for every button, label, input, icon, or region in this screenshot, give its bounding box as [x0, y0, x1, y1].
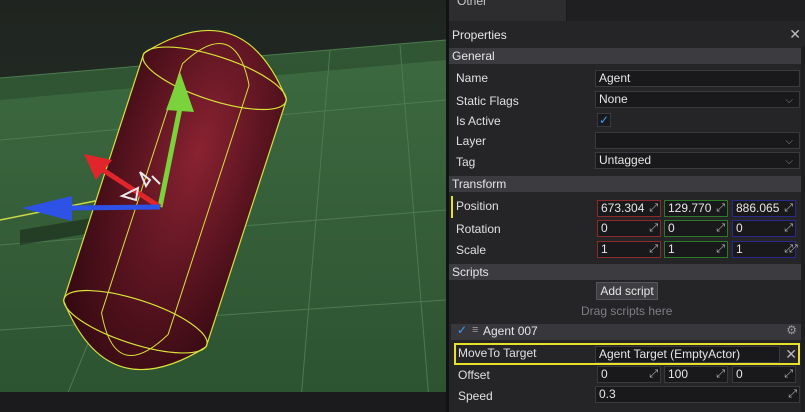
- slider-handle-icon[interactable]: ⤢: [782, 201, 793, 216]
- scale-y-value: 1: [668, 242, 675, 256]
- rotation-y-value: 0: [668, 221, 675, 235]
- section-general[interactable]: General: [449, 48, 801, 64]
- section-scripts[interactable]: Scripts: [449, 264, 801, 280]
- layer-dropdown[interactable]: ⌵: [595, 132, 800, 149]
- slider-handle-icon[interactable]: ⤢: [782, 221, 793, 236]
- tag-label: Tag: [456, 155, 476, 169]
- offset-z-value: 0: [736, 367, 743, 381]
- offset-z-field[interactable]: 0 ⤢: [732, 366, 796, 383]
- scene-viewport[interactable]: [0, 0, 446, 412]
- section-scripts-label: Scripts: [452, 265, 489, 279]
- slider-handle-icon[interactable]: ⤢: [714, 367, 725, 382]
- drag-scripts-hint: Drag scripts here: [581, 304, 673, 318]
- rotation-y-field[interactable]: 0 ⤢: [664, 220, 728, 237]
- properties-title: Properties: [452, 28, 507, 42]
- clear-reference-icon[interactable]: ✕: [785, 346, 797, 363]
- section-general-label: General: [452, 49, 495, 63]
- layer-label: Layer: [456, 134, 487, 148]
- add-script-button[interactable]: Add script: [596, 282, 658, 300]
- offset-label: Offset: [458, 368, 490, 382]
- position-z-field[interactable]: 886.065 ⤢: [732, 200, 796, 217]
- properties-panel: Other Properties ✕ General Name Agent St…: [449, 0, 805, 412]
- static-flags-dropdown[interactable]: None ⌵: [595, 91, 800, 108]
- slider-handle-icon[interactable]: ⤢: [647, 367, 658, 382]
- rotation-x-value: 0: [601, 221, 608, 235]
- scale-y-field[interactable]: 1 ⤢: [664, 241, 728, 258]
- speed-value: 0.3: [599, 387, 616, 401]
- section-transform-label: Transform: [452, 177, 507, 191]
- tab-other[interactable]: Other: [449, 0, 567, 21]
- offset-x-field[interactable]: 0 ⤢: [597, 366, 661, 383]
- scale-x-field[interactable]: 1 ⤢: [597, 241, 661, 258]
- position-y-field[interactable]: 129.770 ⤢: [664, 200, 728, 217]
- slider-handle-icon[interactable]: ⤢: [782, 367, 793, 382]
- static-flags-value: None: [599, 92, 628, 106]
- panel-scrollbar[interactable]: [801, 46, 805, 412]
- position-x-value: 673.304: [601, 201, 645, 215]
- slider-handle-icon[interactable]: ⤢: [714, 221, 725, 236]
- script-name: Agent 007: [483, 324, 538, 338]
- name-field[interactable]: Agent: [595, 70, 800, 87]
- is-active-label: Is Active: [456, 114, 501, 128]
- top-strip: [567, 0, 805, 21]
- is-active-checkbox[interactable]: ✓: [597, 113, 611, 127]
- name-label: Name: [456, 71, 489, 85]
- slider-handle-icon[interactable]: ⤢: [647, 242, 658, 257]
- position-z-value: 886.065: [736, 201, 780, 215]
- drag-handle-icon[interactable]: ≡: [472, 324, 478, 336]
- move-to-target-field[interactable]: Agent Target (EmptyActor): [595, 346, 780, 363]
- properties-header: Properties ✕: [449, 24, 805, 46]
- scale-z-value: 1: [736, 242, 743, 256]
- move-to-target-label: MoveTo Target: [458, 346, 537, 360]
- scale-x-value: 1: [601, 242, 608, 256]
- modified-marker: [451, 196, 453, 218]
- script-enabled-checkbox[interactable]: ✓: [457, 323, 467, 337]
- tag-value: Untagged: [599, 153, 652, 167]
- rotation-z-value: 0: [736, 221, 743, 235]
- close-icon[interactable]: ✕: [789, 26, 801, 43]
- chevron-down-icon: ⌵: [785, 136, 793, 147]
- speed-field[interactable]: 0.3 ⤢: [595, 386, 800, 403]
- scale-label: Scale: [456, 243, 487, 257]
- chevron-down-icon: ⌵: [785, 95, 793, 106]
- slider-handle-icon[interactable]: ⤢: [714, 201, 725, 216]
- slider-handle-icon[interactable]: ⤢: [647, 201, 658, 216]
- position-label: Position: [456, 199, 499, 213]
- script-header-agent[interactable]: ✓ ≡ Agent 007 ⚙: [451, 323, 801, 340]
- offset-y-field[interactable]: 100 ⤢: [664, 366, 728, 383]
- gear-icon[interactable]: ⚙: [786, 323, 797, 337]
- tab-other-label: Other: [457, 0, 488, 8]
- slider-handle-icon[interactable]: ⤢: [786, 387, 797, 402]
- rotation-z-field[interactable]: 0 ⤢: [732, 220, 796, 237]
- rotation-x-field[interactable]: 0 ⤢: [597, 220, 661, 237]
- viewport-scene: [0, 0, 446, 412]
- tag-dropdown[interactable]: Untagged ⌵: [595, 152, 800, 169]
- offset-y-value: 100: [668, 367, 689, 381]
- link-scale-icon[interactable]: ⤢: [789, 243, 798, 256]
- scale-z-field[interactable]: 1 ⤢: [732, 241, 796, 258]
- speed-label: Speed: [458, 389, 493, 403]
- position-x-field[interactable]: 673.304 ⤢: [597, 200, 661, 217]
- position-y-value: 129.770: [668, 201, 712, 215]
- chevron-down-icon: ⌵: [785, 156, 793, 167]
- slider-handle-icon[interactable]: ⤢: [714, 242, 725, 257]
- slider-handle-icon[interactable]: ⤢: [647, 221, 658, 236]
- rotation-label: Rotation: [456, 222, 501, 236]
- static-flags-label: Static Flags: [456, 94, 519, 108]
- offset-x-value: 0: [601, 367, 608, 381]
- section-transform[interactable]: Transform: [449, 176, 801, 192]
